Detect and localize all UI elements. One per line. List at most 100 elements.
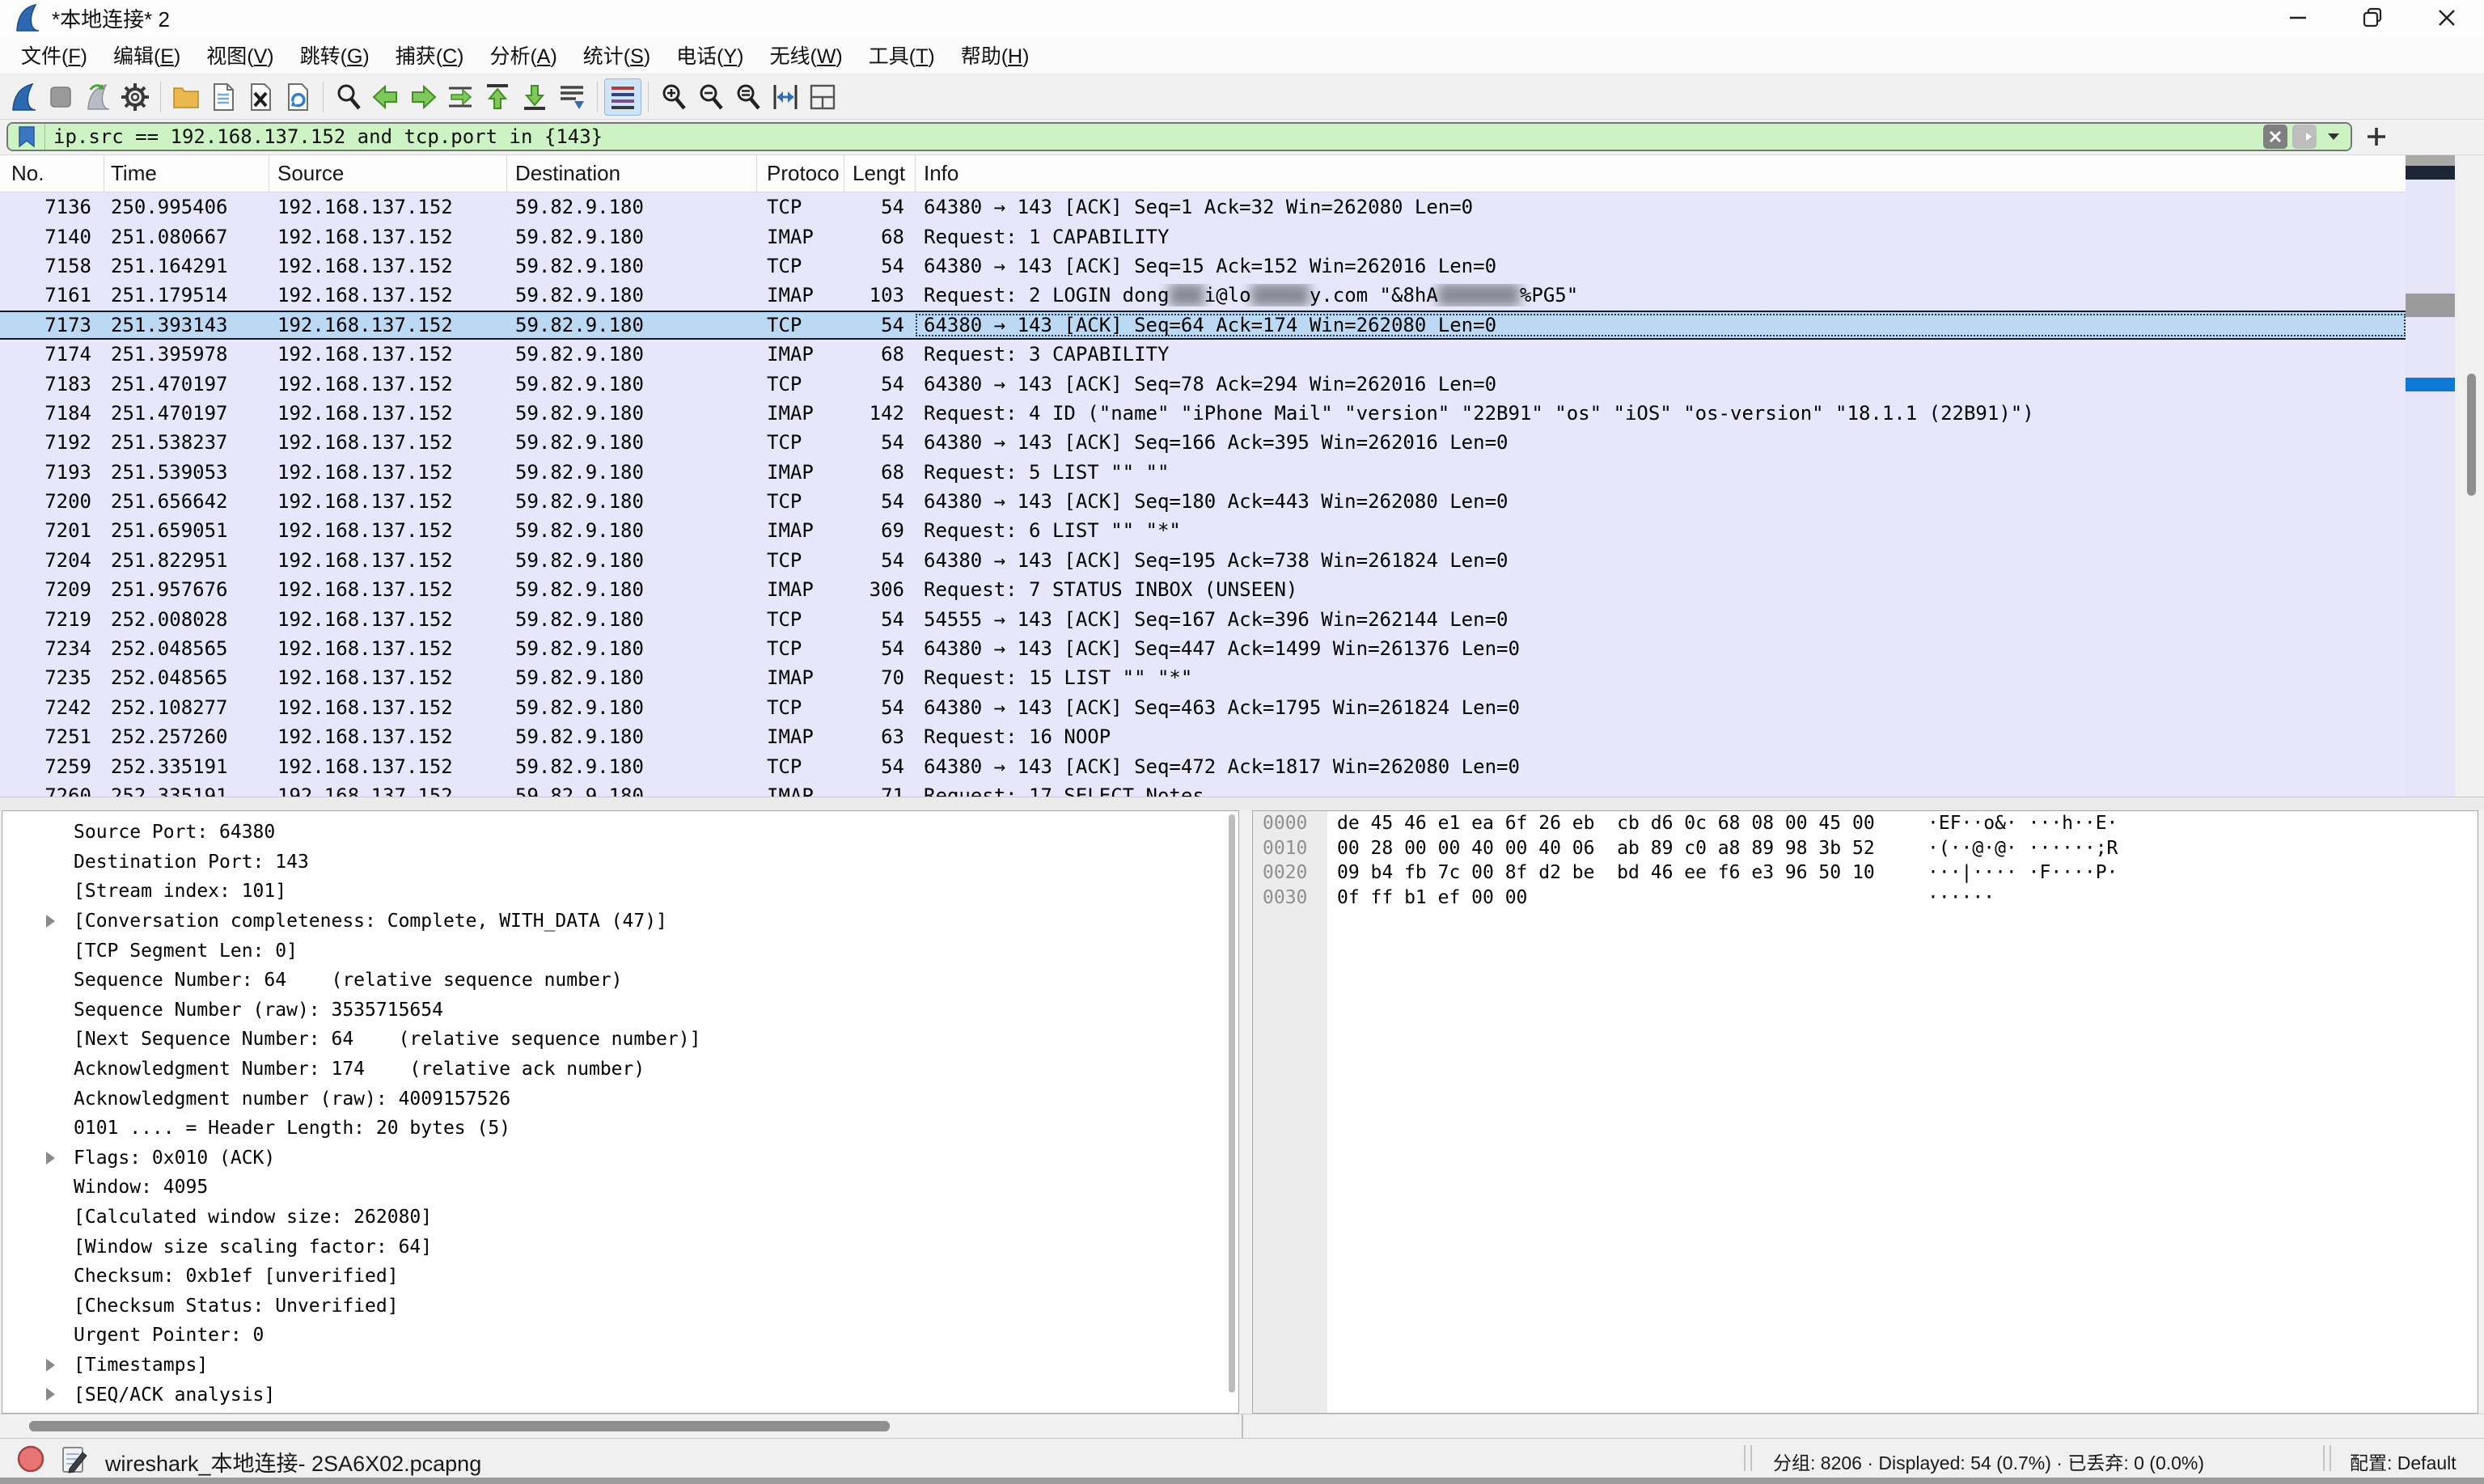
profile-selector[interactable]: 配置: Default: [2350, 1448, 2456, 1475]
packet-row[interactable]: 7192 251.538237 192.168.137.152 59.82.9.…: [0, 428, 2406, 457]
packet-row[interactable]: 7183 251.470197 192.168.137.152 59.82.9.…: [0, 369, 2406, 398]
menu-item[interactable]: 跳转(G): [287, 36, 383, 74]
packet-row[interactable]: 7200 251.656642 192.168.137.152 59.82.9.…: [0, 487, 2406, 516]
restart-capture-icon[interactable]: [79, 78, 116, 116]
packet-row[interactable]: 7204 251.822951 192.168.137.152 59.82.9.…: [0, 546, 2406, 575]
detail-tree-line[interactable]: 0101 .... = Header Length: 20 bytes (5): [2, 1114, 1238, 1144]
packet-row[interactable]: 7219 252.008028 192.168.137.152 59.82.9.…: [0, 604, 2406, 633]
expert-info-icon[interactable]: [16, 1444, 45, 1473]
packet-row[interactable]: 7251 252.257260 192.168.137.152 59.82.9.…: [0, 722, 2406, 751]
go-back-icon[interactable]: [367, 78, 404, 116]
detail-tree-line[interactable]: Acknowledgment number (raw): 4009157526: [2, 1084, 1238, 1114]
capture-options-icon[interactable]: [116, 78, 154, 116]
packet-row[interactable]: 7260 252.335191 192.168.137.152 59.82.9.…: [0, 781, 2406, 797]
add-filter-button[interactable]: [2352, 126, 2401, 147]
detail-pane-scrollbar-thumb[interactable]: [1229, 814, 1235, 1393]
packet-row[interactable]: 7161 251.179514 192.168.137.152 59.82.9.…: [0, 281, 2406, 310]
detail-tree-line[interactable]: [Next Sequence Number: 64 (relative sequ…: [2, 1025, 1238, 1055]
go-to-top-icon[interactable]: [479, 78, 516, 116]
zoom-in-icon[interactable]: [655, 78, 692, 116]
clear-filter-icon[interactable]: [2263, 125, 2287, 149]
packet-row[interactable]: 7259 252.335191 192.168.137.152 59.82.9.…: [0, 751, 2406, 780]
expand-chevron-icon[interactable]: [46, 1152, 55, 1165]
auto-scroll-icon[interactable]: [553, 78, 590, 116]
detail-tree-line[interactable]: Source Port: 64380: [2, 818, 1238, 848]
bookmark-icon[interactable]: [8, 124, 45, 150]
detail-tree-line[interactable]: [SEQ/ACK analysis]: [2, 1380, 1238, 1410]
layout-options-icon[interactable]: [804, 78, 841, 116]
detail-tree-line[interactable]: Urgent Pointer: 0: [2, 1321, 1238, 1351]
menu-item[interactable]: 捕获(C): [383, 36, 477, 74]
menu-item[interactable]: 分析(A): [476, 36, 569, 74]
go-forward-icon[interactable]: [404, 78, 442, 116]
column-header[interactable]: Protoco: [757, 155, 844, 192]
reload-file-icon[interactable]: [279, 78, 316, 116]
column-header[interactable]: Info: [916, 155, 2406, 192]
menu-item[interactable]: 电话(Y): [663, 36, 756, 74]
go-to-bottom-icon[interactable]: [516, 78, 553, 116]
detail-pane-hscrollbar[interactable]: [0, 1414, 2484, 1438]
menu-item[interactable]: 工具(T): [856, 36, 948, 74]
stop-capture-icon[interactable]: [42, 78, 79, 116]
column-header[interactable]: Source: [269, 155, 507, 192]
column-header[interactable]: Time: [104, 155, 269, 192]
column-header[interactable]: No.: [0, 155, 104, 192]
minimize-button[interactable]: [2261, 0, 2335, 36]
expand-chevron-icon[interactable]: [46, 915, 55, 928]
detail-tree-line[interactable]: Sequence Number: 64 (relative sequence n…: [2, 966, 1238, 996]
column-header[interactable]: Lengt: [844, 155, 916, 192]
close-button[interactable]: [2410, 0, 2484, 36]
start-capture-icon[interactable]: [5, 78, 42, 116]
detail-tree-line[interactable]: [Window size scaling factor: 64]: [2, 1232, 1238, 1262]
hex-row[interactable]: 0010 00 28 00 00 40 00 40 06 ab 89 c0 a8…: [1253, 836, 2478, 861]
restore-button[interactable]: [2335, 0, 2410, 36]
packet-row[interactable]: 7193 251.539053 192.168.137.152 59.82.9.…: [0, 458, 2406, 487]
detail-pane-hscrollbar-thumb[interactable]: [29, 1421, 890, 1431]
colorize-packets-icon[interactable]: [604, 78, 641, 116]
capture-comment-icon[interactable]: [58, 1444, 89, 1475]
detail-tree-line[interactable]: Sequence Number (raw): 3535715654: [2, 996, 1238, 1025]
packet-row[interactable]: 7242 252.108277 192.168.137.152 59.82.9.…: [0, 693, 2406, 722]
detail-tree-line[interactable]: Flags: 0x010 (ACK): [2, 1144, 1238, 1173]
expand-chevron-icon[interactable]: [46, 1359, 55, 1372]
detail-tree-line[interactable]: Checksum: 0xb1ef [unverified]: [2, 1262, 1238, 1292]
menu-item[interactable]: 视图(V): [193, 36, 286, 74]
detail-tree-line[interactable]: [TCP Segment Len: 0]: [2, 936, 1238, 966]
packet-row[interactable]: 7140 251.080667 192.168.137.152 59.82.9.…: [0, 222, 2406, 251]
detail-tree-line[interactable]: [Conversation completeness: Complete, WI…: [2, 907, 1238, 936]
packet-list-scrollbar[interactable]: [2455, 155, 2484, 797]
packet-row[interactable]: 7174 251.395978 192.168.137.152 59.82.9.…: [0, 340, 2406, 369]
detail-tree-line[interactable]: Acknowledgment Number: 174 (relative ack…: [2, 1055, 1238, 1084]
hex-row[interactable]: 0000 de 45 46 e1 ea 6f 26 eb cb d6 0c 68…: [1253, 811, 2478, 836]
expand-chevron-icon[interactable]: [46, 1388, 55, 1401]
detail-tree-line[interactable]: [Stream index: 101]: [2, 877, 1238, 907]
intelligent-scrollbar-minimap[interactable]: [2406, 155, 2455, 797]
packet-row[interactable]: 7136 250.995406 192.168.137.152 59.82.9.…: [0, 192, 2406, 222]
packet-row[interactable]: 7184 251.470197 192.168.137.152 59.82.9.…: [0, 399, 2406, 428]
resize-columns-icon[interactable]: [767, 78, 804, 116]
column-header[interactable]: Destination: [507, 155, 757, 192]
filter-dropdown-caret-icon[interactable]: [2321, 125, 2346, 149]
packet-row[interactable]: 7173 251.393143 192.168.137.152 59.82.9.…: [0, 311, 2406, 340]
packet-row[interactable]: 7234 252.048565 192.168.137.152 59.82.9.…: [0, 634, 2406, 663]
save-file-icon[interactable]: [205, 78, 242, 116]
packet-row[interactable]: 7201 251.659051 192.168.137.152 59.82.9.…: [0, 516, 2406, 545]
find-packet-icon[interactable]: [330, 78, 367, 116]
zoom-out-icon[interactable]: [692, 78, 730, 116]
menu-item[interactable]: 文件(F): [8, 36, 100, 74]
packet-row[interactable]: 7209 251.957676 192.168.137.152 59.82.9.…: [0, 575, 2406, 604]
apply-filter-icon[interactable]: [2292, 125, 2317, 149]
packet-row[interactable]: 7158 251.164291 192.168.137.152 59.82.9.…: [0, 252, 2406, 281]
menu-item[interactable]: 无线(W): [756, 36, 855, 74]
detail-tree-line[interactable]: Window: 4095: [2, 1173, 1238, 1203]
packet-list-scrollbar-thumb[interactable]: [2467, 374, 2476, 496]
hex-row[interactable]: 0030 0f ff b1 ef 00 00 ······: [1253, 886, 2478, 911]
go-to-packet-icon[interactable]: [442, 78, 479, 116]
menu-item[interactable]: 编辑(E): [100, 36, 193, 74]
menu-item[interactable]: 统计(S): [570, 36, 663, 74]
detail-tree-line[interactable]: Destination Port: 143: [2, 848, 1238, 877]
detail-tree-line[interactable]: [Checksum Status: Unverified]: [2, 1292, 1238, 1321]
detail-tree-line[interactable]: [Calculated window size: 262080]: [2, 1203, 1238, 1232]
close-file-icon[interactable]: [242, 78, 279, 116]
menu-item[interactable]: 帮助(H): [948, 36, 1043, 74]
